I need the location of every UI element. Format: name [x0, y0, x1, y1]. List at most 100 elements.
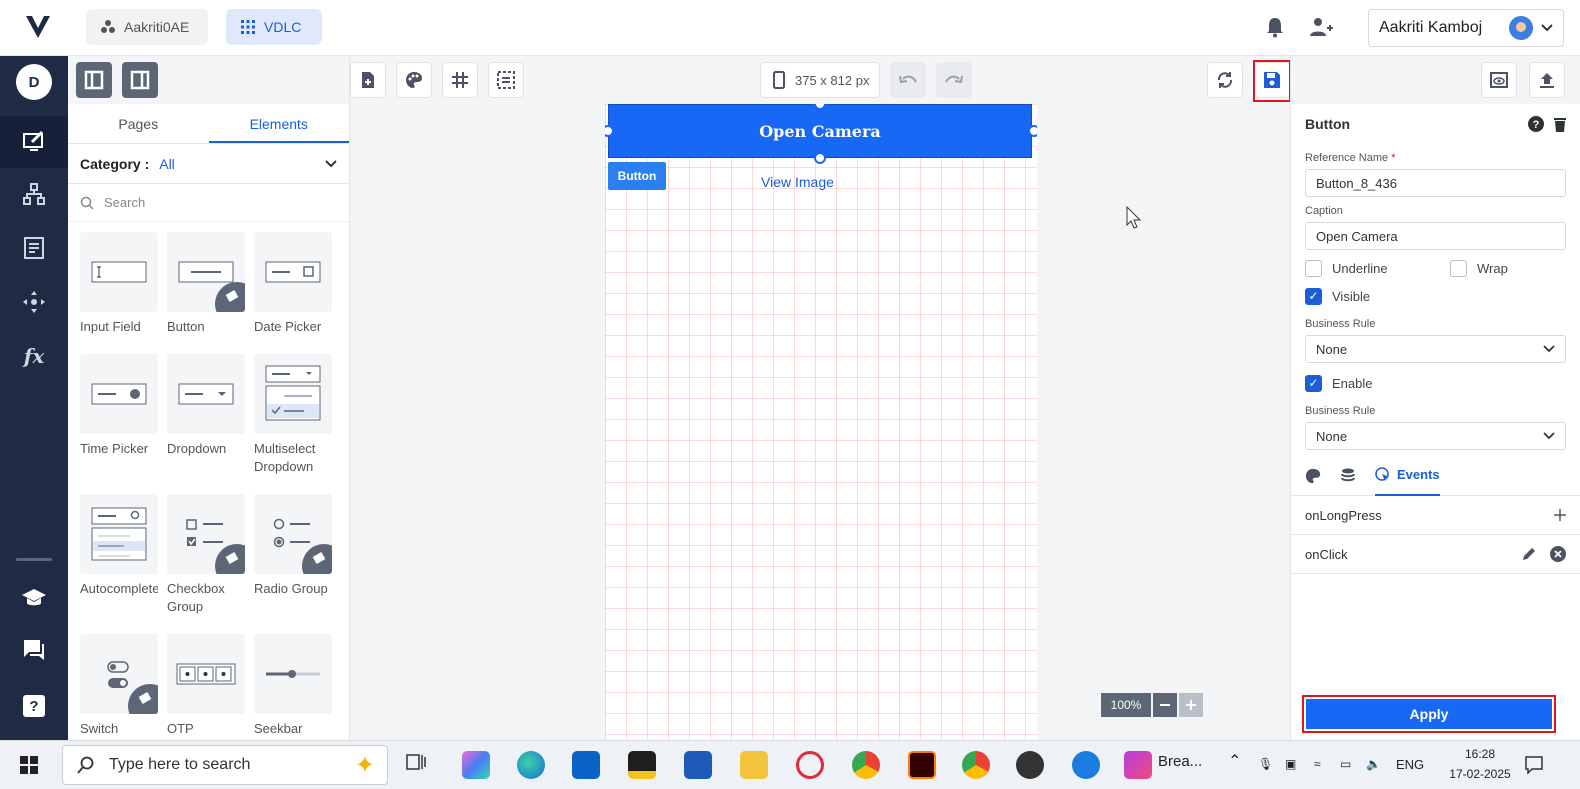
notifications-icon[interactable] — [1524, 755, 1544, 775]
meet-now-icon[interactable]: ▣ — [1285, 757, 1296, 771]
checkbox[interactable] — [1305, 259, 1322, 277]
language-indicator[interactable]: ENG — [1396, 757, 1424, 772]
button-widget[interactable]: Button — [608, 162, 666, 190]
events-tab-label: Events — [1397, 467, 1440, 482]
preview-button[interactable] — [1481, 62, 1517, 98]
users-icon[interactable] — [1308, 14, 1334, 40]
select-area-button[interactable] — [488, 62, 524, 98]
element-search-input[interactable]: Search — [68, 184, 349, 222]
design-icon[interactable] — [20, 128, 48, 156]
device-size-selector[interactable]: 375 x 812 px — [760, 62, 880, 98]
add-page-button[interactable] — [350, 62, 386, 98]
flow-icon[interactable] — [20, 180, 48, 208]
element-date-picker[interactable]: Date Picker — [254, 232, 332, 336]
checkbox-checked[interactable]: ✓ — [1305, 287, 1322, 305]
report-icon[interactable] — [20, 234, 48, 262]
volume-icon[interactable]: 🔈 — [1366, 757, 1381, 771]
element-input-field[interactable]: Input Field — [80, 232, 158, 336]
edge-browser-icon[interactable] — [517, 751, 545, 779]
app-selector[interactable]: VDLC — [226, 9, 322, 45]
publish-button[interactable] — [1529, 62, 1565, 98]
windows-start-icon[interactable] — [20, 756, 38, 774]
view-image-link[interactable]: View Image — [761, 174, 834, 190]
undo-button[interactable] — [890, 62, 926, 98]
edit-pencil-icon[interactable] — [1522, 547, 1536, 561]
chrome-icon[interactable] — [852, 751, 880, 779]
wrap-checkbox[interactable]: Wrap — [1436, 254, 1522, 282]
illustrator-icon[interactable] — [908, 751, 936, 779]
clipchamp-icon[interactable] — [1124, 751, 1152, 779]
underline-checkbox[interactable]: Underline — [1291, 254, 1436, 282]
element-radio-group[interactable]: Radio Group — [254, 494, 332, 598]
microphone-icon[interactable]: 🎙 — [1258, 757, 1273, 771]
clock[interactable]: 16:28 17-02-2025 — [1448, 744, 1512, 784]
resize-handle[interactable] — [814, 152, 826, 164]
trash-icon[interactable] — [1554, 117, 1566, 132]
element-checkbox-group[interactable]: Checkbox Group — [167, 494, 245, 616]
database-icon[interactable] — [1341, 468, 1355, 484]
element-button[interactable]: Button — [167, 232, 245, 336]
checkbox[interactable] — [1450, 259, 1467, 277]
profile-badge[interactable]: D — [16, 64, 52, 100]
help-icon[interactable]: ? — [20, 692, 48, 720]
theme-button[interactable] — [396, 62, 432, 98]
zoom-in-button[interactable] — [1179, 693, 1203, 717]
grid-toggle-button[interactable] — [442, 62, 478, 98]
file-explorer-icon[interactable] — [740, 751, 768, 779]
zoom-out-button[interactable] — [1153, 693, 1177, 717]
business-rule-select-1[interactable]: None — [1305, 335, 1566, 363]
graduation-cap-icon[interactable] — [20, 584, 48, 612]
apply-button[interactable]: Apply — [1306, 699, 1552, 729]
bell-icon[interactable] — [1262, 14, 1288, 40]
chevron-up-icon[interactable]: ⌃ — [1228, 751, 1241, 771]
battery-icon[interactable]: ▭ — [1340, 757, 1351, 771]
element-autocomplete[interactable]: Autocomplete — [80, 494, 158, 598]
element-multiselect-dropdown[interactable]: Multiselect Dropdown — [254, 354, 332, 476]
redo-button[interactable] — [936, 62, 972, 98]
outlook-icon[interactable] — [572, 751, 600, 779]
event-row[interactable]: onLongPress — [1291, 496, 1580, 535]
opera-icon[interactable] — [796, 751, 824, 779]
tab-pages[interactable]: Pages — [68, 104, 209, 143]
user-menu[interactable]: Aakriti Kamboj — [1368, 9, 1564, 47]
sticky-notes-icon[interactable] — [628, 751, 656, 779]
element-switch[interactable]: Switch — [80, 634, 158, 738]
visible-checkbox[interactable]: ✓ Visible — [1291, 282, 1580, 310]
workspace-selector[interactable]: Aakriti0AE — [86, 9, 208, 45]
close-circle-icon[interactable] — [1550, 546, 1566, 562]
business-rule-select-2[interactable]: None — [1305, 422, 1566, 450]
element-seekbar[interactable]: Seekbar — [254, 634, 332, 738]
chat-icon[interactable] — [20, 636, 48, 664]
reference-name-input[interactable]: Button_8_436 — [1305, 169, 1566, 197]
word-icon[interactable] — [684, 751, 712, 779]
plus-icon[interactable] — [1554, 509, 1566, 521]
open-camera-button[interactable]: Open Camera — [608, 104, 1032, 158]
caption-input[interactable]: Open Camera — [1305, 222, 1566, 250]
enable-checkbox[interactable]: ✓ Enable — [1291, 369, 1580, 397]
tab-elements[interactable]: Elements — [208, 104, 349, 143]
element-dropdown[interactable]: Dropdown — [167, 354, 245, 458]
taskbar-search[interactable]: Type here to search ✦ — [62, 745, 388, 785]
toggle-left-panel-button[interactable] — [76, 62, 112, 98]
app-icon[interactable] — [1016, 751, 1044, 779]
wifi-icon[interactable]: ≈ — [1314, 757, 1321, 771]
task-view-icon[interactable] — [404, 751, 432, 779]
help-app-icon[interactable] — [1072, 751, 1100, 779]
event-row[interactable]: onClick — [1291, 535, 1580, 574]
vdlc-logo[interactable] — [24, 14, 52, 40]
resize-handle[interactable] — [1028, 125, 1037, 137]
chrome-profile-icon[interactable] — [962, 751, 990, 779]
refresh-button[interactable] — [1207, 62, 1243, 98]
checkbox-checked[interactable]: ✓ — [1305, 374, 1322, 392]
help-circle-icon[interactable]: ? — [1528, 116, 1544, 132]
tab-events[interactable]: Events — [1375, 456, 1440, 496]
taskbar-app-label[interactable]: Brea... — [1158, 753, 1202, 770]
element-time-picker[interactable]: Time Picker — [80, 354, 158, 458]
element-otp[interactable]: OTP — [167, 634, 245, 738]
toggle-right-panel-button[interactable] — [122, 62, 158, 98]
integration-icon[interactable] — [20, 288, 48, 316]
palette-icon[interactable] — [1305, 468, 1321, 484]
category-selector[interactable]: Category : All — [68, 144, 349, 184]
function-icon[interactable]: fx — [20, 342, 48, 370]
copilot-icon[interactable] — [462, 751, 490, 779]
